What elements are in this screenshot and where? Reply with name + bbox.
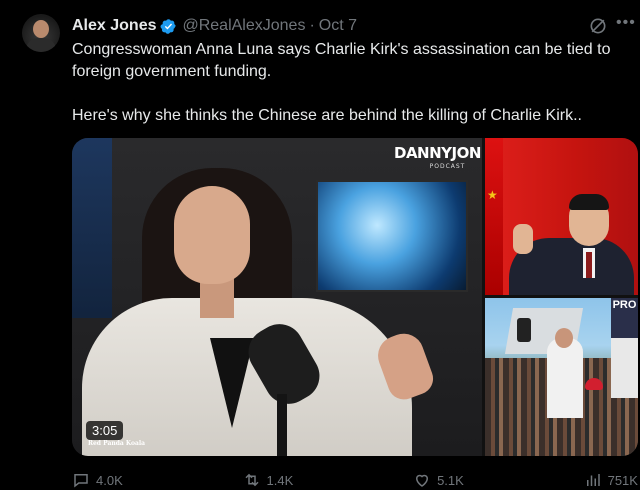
like-button[interactable]: 5.1K [413,470,464,490]
man-head [555,328,573,348]
man-shirt-white [547,338,583,418]
image-top-right[interactable]: ★ [485,138,638,295]
separator-dot: · [309,17,315,34]
star-icon: ★ [487,188,498,202]
flag [485,138,503,295]
heart-icon [416,474,429,487]
avatar-body [26,38,56,52]
more-icon[interactable]: ••• [616,14,636,32]
man-tie [586,252,592,278]
tweet-text-line-2: Here's why she thinks the Chinese are be… [72,107,582,124]
video-duration: 3:05 [86,421,124,440]
action-bar: 4.0K 1.4K 5.1K 751K [72,470,638,490]
sign-banner: PRO [611,298,638,338]
tweet-header: Alex Jones @RealAlexJones · Oct 7 [72,15,357,37]
media-grid: DANNYJONES PODCAST 3:05 Red Panda Koala … [72,138,638,456]
speaker-icon [517,318,531,342]
views-count: 751K [607,472,638,488]
background-light [72,138,112,318]
speaker-neck [200,278,234,318]
video-credit: Red Panda Koala [88,440,145,447]
tweet-text-line-1: Congresswoman Anna Luna says Charlie Kir… [72,41,611,80]
podcast-watermark: DANNYJONES PODCAST [394,146,482,174]
reply-icon [74,474,88,488]
repost-icon [245,473,259,487]
tweet-text: Congresswoman Anna Luna says Charlie Kir… [72,39,638,127]
grok-icon[interactable] [588,16,608,36]
avatar[interactable] [22,14,60,52]
tweet: Alex Jones @RealAlexJones · Oct 7 ••• Co… [0,0,640,488]
watermark-sub: PODCAST [429,163,466,170]
reply-count: 4.0K [96,472,123,488]
tent [611,338,638,398]
like-count: 5.1K [437,472,464,488]
microphone-arm [277,394,287,456]
red-hat [585,378,603,390]
image-bottom-right[interactable]: PRO [485,298,638,456]
author-handle[interactable]: @RealAlexJones [182,17,305,35]
views-icon [586,474,600,486]
repost-button[interactable]: 1.4K [243,470,294,490]
reply-button[interactable]: 4.0K [72,470,123,490]
background-screen [316,180,468,292]
waving-hand [513,224,533,254]
repost-count: 1.4K [266,472,294,488]
verified-badge-icon [161,18,177,34]
views-button[interactable]: 751K [584,470,638,490]
man-hair [569,194,609,210]
speaker-face [174,186,250,284]
avatar-head [33,20,49,38]
video-player[interactable]: DANNYJONES PODCAST 3:05 Red Panda Koala [72,138,482,456]
post-date[interactable]: Oct 7 [319,17,357,35]
author-name[interactable]: Alex Jones [72,17,156,35]
